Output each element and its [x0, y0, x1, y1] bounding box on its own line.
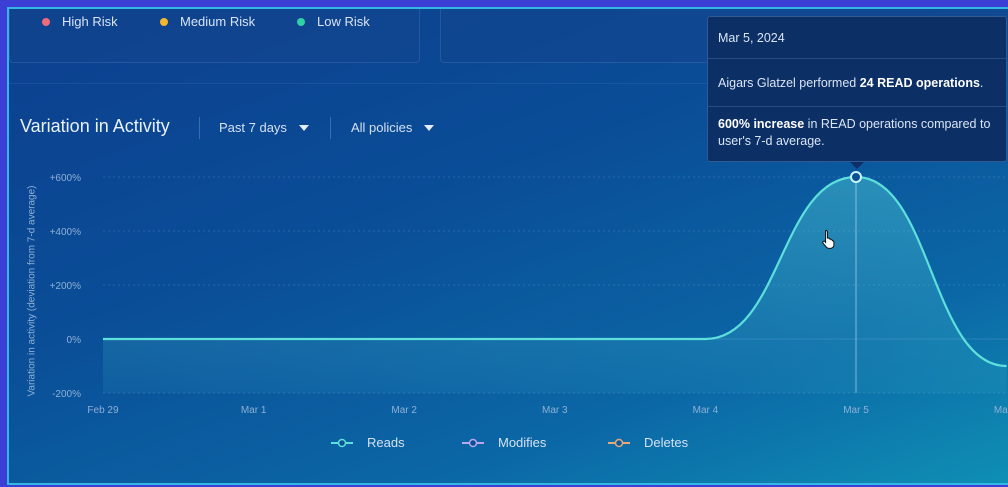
x-tick-label: Mar 5: [843, 405, 869, 416]
legend-modifies[interactable]: Modifies: [462, 435, 546, 450]
tooltip-pointer: [850, 162, 864, 169]
y-tick-label: 0%: [67, 335, 82, 346]
y-tick-label: +200%: [50, 281, 82, 292]
hand-cursor-icon: [822, 229, 835, 249]
x-tick-label: Feb 29: [87, 405, 119, 416]
y-tick-label: -200%: [52, 389, 81, 400]
x-tick-label: Mar 2: [391, 405, 417, 416]
tooltip-date: Mar 5, 2024: [718, 30, 785, 45]
data-point-tooltip: Mar 5, 2024 Aigars Glatzel performed 24 …: [707, 16, 1007, 162]
x-tick-label: Mar 4: [693, 405, 719, 416]
x-tick-label: Mar 1: [241, 405, 267, 416]
x-axis-ticks: Feb 29 Mar 1 Mar 2 Mar 3 Mar 4 Mar 5 Mar 6: [87, 405, 1008, 416]
legend-deletes-label: Deletes: [644, 435, 689, 450]
tooltip-activity-line: Aigars Glatzel performed 24 READ operati…: [718, 75, 984, 90]
tooltip-increase-line: 600% increase in READ operations compare…: [718, 117, 991, 148]
x-tick-label: Mar 3: [542, 405, 568, 416]
modifies-line-icon: [462, 438, 484, 447]
activity-dashboard: High Risk Medium Risk Low Risk Variation…: [7, 7, 1008, 485]
legend-modifies-label: Modifies: [498, 435, 547, 450]
deletes-line-icon: [608, 438, 630, 447]
legend-reads-label: Reads: [367, 435, 405, 450]
legend-deletes[interactable]: Deletes: [608, 435, 688, 450]
y-tick-label: +400%: [50, 227, 82, 238]
y-tick-label: +600%: [50, 173, 82, 184]
x-tick-label: Mar 6: [994, 405, 1008, 416]
reads-data-point: [850, 171, 862, 183]
reads-line-icon: [331, 438, 353, 447]
y-axis-ticks: +600% +400% +200% 0% -200%: [50, 173, 82, 400]
chart-series: [103, 171, 1007, 393]
legend-reads[interactable]: Reads: [331, 435, 405, 450]
